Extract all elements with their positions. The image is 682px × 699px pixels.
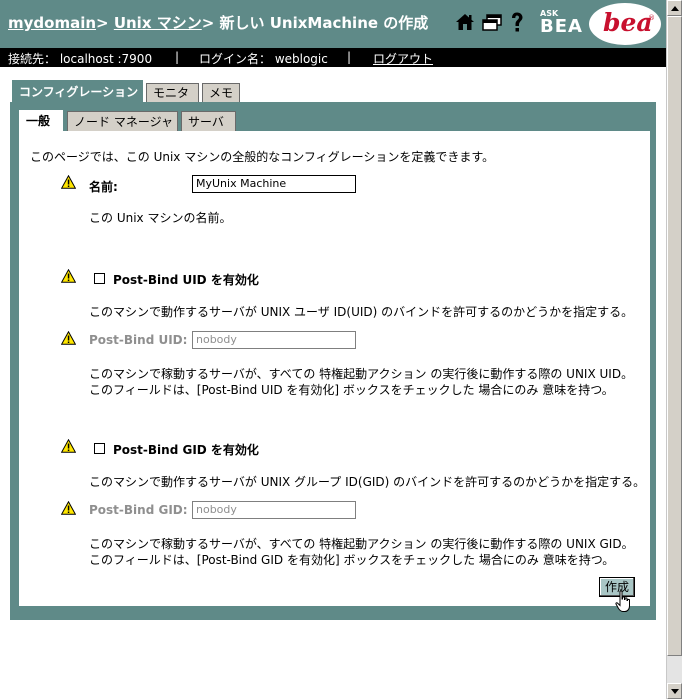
tab-general[interactable]: 一般	[19, 110, 63, 131]
tab-notes[interactable]: メモ	[202, 83, 240, 102]
registered-mark: ®	[648, 14, 655, 22]
scroll-thumb[interactable]	[667, 16, 682, 656]
ask-bea-bea: BEA	[540, 16, 583, 37]
bea-logo-text: bea	[603, 8, 653, 37]
breadcrumb-unix-machines-link[interactable]: Unix マシン	[114, 14, 202, 32]
name-help-text: この Unix マシンの名前。	[89, 211, 232, 225]
breadcrumb-separator: >	[201, 14, 220, 32]
post-bind-uid-help-2: このフィールドは、[Post-Bind UID を有効化] ボックスをチェックし…	[89, 383, 614, 397]
post-bind-uid-help-1: このマシンで稼動するサーバが、すべての 特権起動アクション の実行後に動作する際…	[89, 367, 634, 381]
post-bind-uid-enable-help: このマシンで動作するサーバが UNIX ユーザ ID(UID) のバインドを許可…	[89, 305, 634, 319]
post-bind-gid-field[interactable]: nobody	[192, 501, 356, 519]
intro-text: このページでは、この Unix マシンの全般的なコンフィグレーションを定義できま…	[30, 150, 495, 164]
hand-cursor-icon	[615, 590, 630, 612]
home-icon[interactable]	[455, 12, 475, 32]
warning-icon	[61, 175, 76, 189]
post-bind-gid-enable-help: このマシンで動作するサーバが UNIX グループ ID(GID) のバインドを許…	[89, 475, 646, 489]
post-bind-uid-field[interactable]: nobody	[192, 331, 356, 349]
logout-link[interactable]: ログアウト	[373, 50, 433, 67]
tab-configuration[interactable]: コンフィグレーション	[12, 80, 143, 102]
post-bind-gid-enable-label: Post-Bind GID を有効化	[113, 443, 259, 457]
post-bind-gid-checkbox[interactable]	[94, 443, 105, 454]
warning-icon	[61, 331, 76, 345]
status-bar: 接続先： localhost :7900 | ログイン名： weblogic |…	[0, 48, 666, 67]
header-bar: mydomain> Unix マシン> 新しい UnixMachine の作成 …	[0, 0, 666, 48]
post-bind-gid-label: Post-Bind GID:	[89, 503, 188, 517]
tab-monitor[interactable]: モニタ	[146, 83, 199, 102]
header-icons	[455, 11, 531, 33]
page-title: 新しい UnixMachine の作成	[219, 14, 429, 32]
post-bind-uid-checkbox[interactable]	[94, 273, 105, 284]
name-field[interactable]: MyUnix Machine	[192, 175, 356, 193]
breadcrumb: mydomain> Unix マシン> 新しい UnixMachine の作成	[8, 12, 428, 33]
tab-servers[interactable]: サーバ	[181, 111, 236, 131]
name-label: 名前:	[89, 180, 118, 194]
breadcrumb-domain-link[interactable]: mydomain	[8, 14, 96, 32]
ask-bea-link[interactable]: ASK BEA	[540, 10, 583, 36]
warning-icon	[61, 501, 76, 515]
status-separator: |	[347, 50, 352, 64]
scroll-down-button[interactable]	[667, 683, 682, 699]
tab-node-manager[interactable]: ノード マネージャ	[67, 111, 178, 131]
windows-icon[interactable]	[481, 12, 503, 32]
connection-info: 接続先： localhost :7900	[8, 52, 153, 66]
warning-icon	[61, 439, 76, 453]
arrow-down-icon	[671, 689, 679, 694]
post-bind-gid-help-1: このマシンで稼動するサーバが、すべての 特権起動アクション の実行後に動作する際…	[89, 537, 634, 551]
post-bind-uid-label: Post-Bind UID:	[89, 333, 188, 347]
login-info: ログイン名： weblogic	[199, 52, 328, 66]
breadcrumb-separator: >	[96, 14, 114, 32]
bea-logo: bea ®	[589, 3, 661, 45]
status-separator: |	[175, 50, 180, 64]
post-bind-gid-help-2: このフィールドは、[Post-Bind GID を有効化] ボックスをチェックし…	[89, 553, 615, 567]
vertical-scrollbar[interactable]	[666, 0, 682, 699]
arrow-up-icon	[671, 6, 679, 11]
warning-icon	[61, 269, 76, 283]
scroll-up-button[interactable]	[667, 0, 682, 16]
help-icon[interactable]	[509, 11, 525, 33]
post-bind-uid-enable-label: Post-Bind UID を有効化	[113, 273, 259, 287]
